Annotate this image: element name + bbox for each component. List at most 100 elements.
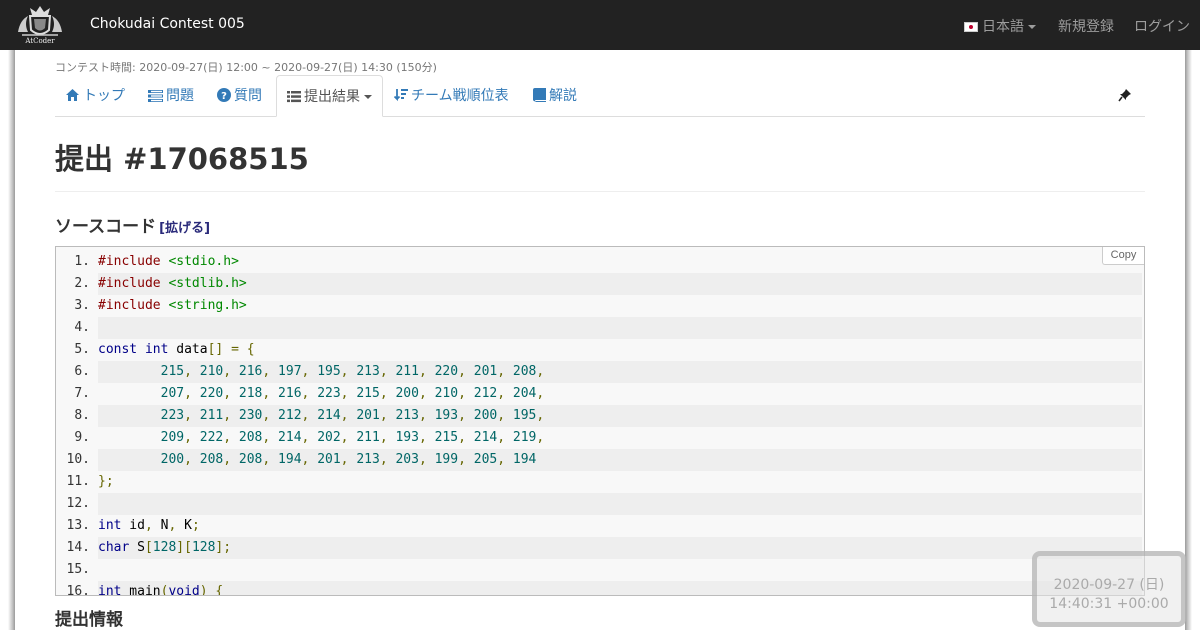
code-token: 193 — [395, 430, 419, 445]
contest-time: コンテスト時間: 2020-09-27(日) 12:00 ~ 2020-09-2… — [55, 61, 437, 74]
code-token: 203 — [395, 452, 419, 467]
code-token: 219 — [512, 430, 537, 445]
submission-info-heading: 提出情報 — [55, 610, 123, 630]
code-token: 216 — [238, 364, 263, 379]
code-token: , — [418, 452, 427, 467]
code-token: }; — [98, 474, 114, 489]
code-token: 208 — [238, 430, 263, 445]
tab-top[interactable]: トップ — [65, 75, 125, 117]
language-dropdown[interactable]: 日本語 — [964, 16, 1036, 36]
tab-team-standings[interactable]: チーム戦順位表 — [393, 75, 509, 117]
code-token: , — [458, 452, 466, 467]
code-token: , — [418, 430, 427, 445]
code-token: S — [129, 540, 145, 555]
code-text: const int data[] = { — [98, 339, 1142, 361]
line-number: 3. — [74, 298, 90, 313]
code-token: , — [497, 452, 506, 467]
code-line: 7. 207, 220, 218, 216, 223, 215, 200, 21… — [56, 383, 1144, 405]
divider — [55, 191, 1145, 192]
copy-button[interactable]: Copy — [1102, 247, 1144, 265]
code-line: 3. #include <string.h> — [56, 295, 1144, 317]
tab-top-label: トップ — [83, 88, 125, 104]
code-line: 5. const int data[] = { — [56, 339, 1144, 361]
code-token: 218 — [238, 386, 263, 401]
code-token: , — [184, 430, 192, 445]
code-token: 193 — [434, 408, 459, 423]
tab-editorial[interactable]: 解説 — [533, 75, 577, 117]
contest-brand-link[interactable]: Chokudai Contest 005 — [90, 16, 245, 32]
source-code-block[interactable]: 1. #include <stdio.h> 2. #include <stdlib.h… — [55, 246, 1145, 596]
expand-code-link[interactable]: [拡げる] — [159, 221, 210, 236]
source-code-heading: ソースコード [拡げる] — [55, 212, 210, 237]
pin-icon[interactable] — [1118, 88, 1132, 103]
code-token: 194 — [278, 452, 302, 467]
question-icon: ? — [217, 88, 231, 102]
code-token: 220 — [199, 386, 224, 401]
code-line: 6. 215, 210, 216, 197, 195, 213, 211, 22… — [56, 361, 1144, 383]
code-token: #include — [98, 298, 169, 313]
code-text: #include <stdlib.h> — [98, 273, 1142, 295]
tab-clarifications[interactable]: ? 質問 — [217, 75, 262, 117]
page-frame-left — [0, 50, 15, 630]
code-token: , — [340, 452, 349, 467]
code-line: 16. int main(void) { — [56, 581, 1144, 596]
line-number: 5. — [74, 342, 90, 357]
source-code-title: ソースコード — [55, 217, 157, 237]
code-token: [] — [207, 342, 224, 357]
code-token: , — [536, 364, 545, 379]
code-token: 213 — [356, 452, 380, 467]
line-number: 12. — [66, 496, 90, 511]
code-token: , — [536, 430, 545, 445]
code-token: 212 — [473, 386, 498, 401]
code-token: 201 — [356, 408, 380, 423]
code-token: , — [497, 364, 506, 379]
code-token: , — [418, 364, 427, 379]
line-number: 15. — [66, 562, 90, 577]
code-token: [ — [144, 540, 153, 555]
code-token: , — [223, 430, 232, 445]
code-token: 207 — [160, 386, 185, 401]
code-token: , — [340, 386, 349, 401]
code-token: { — [215, 584, 224, 596]
code-text: int main(void) { — [98, 581, 1142, 596]
tab-team-standings-label: チーム戦順位表 — [411, 88, 509, 104]
code-token: 213 — [395, 408, 419, 423]
code-token: N — [152, 518, 169, 533]
line-number: 9. — [74, 430, 90, 445]
code-token: , — [223, 386, 232, 401]
code-token: 128 — [191, 540, 216, 555]
code-token: 222 — [199, 430, 224, 445]
code-token: 230 — [238, 408, 263, 423]
code-token: , — [458, 364, 466, 379]
code-line: 14. char S[128][128]; — [56, 537, 1144, 559]
tab-tasks[interactable]: 問題 — [148, 75, 194, 117]
code-text: 207, 220, 218, 216, 223, 215, 200, 210, … — [98, 383, 1142, 405]
tab-submissions[interactable]: 提出結果 — [276, 75, 383, 117]
code-token: const — [98, 342, 138, 357]
signup-link[interactable]: 新規登録 — [1058, 16, 1114, 36]
line-number: 16. — [66, 584, 90, 596]
line-number: 4. — [74, 320, 90, 335]
page-frame-right — [1185, 50, 1200, 630]
code-text: int id, N, K; — [98, 515, 1142, 537]
code-token: 223 — [160, 408, 185, 423]
login-link[interactable]: ログイン — [1134, 16, 1190, 36]
